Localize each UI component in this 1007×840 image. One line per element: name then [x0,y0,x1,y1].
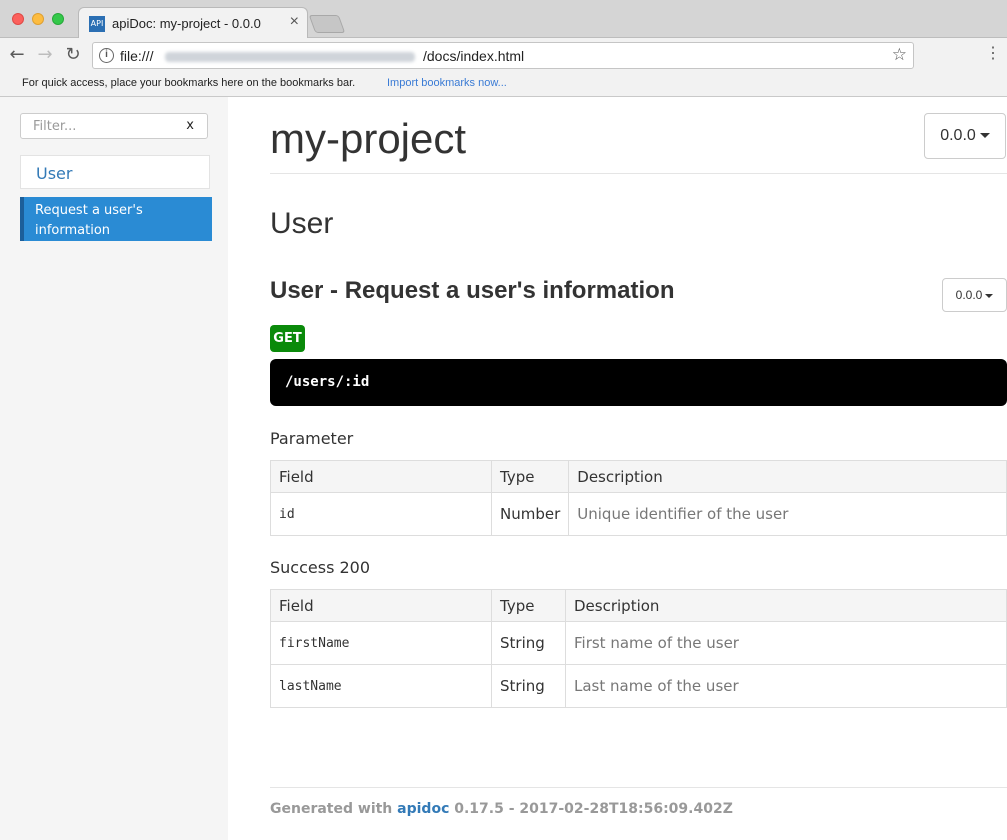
sidebar-group-label: User [36,164,73,183]
param-field: id [270,492,492,536]
table-row: id Number Unique identifier of the user [270,492,1007,536]
footer-suffix: 0.17.5 - 2017-02-28T18:56:09.402Z [449,801,733,817]
sidebar-group-user[interactable]: User [20,155,210,189]
endpoint-title: User - Request a user's information [270,277,675,304]
caret-down-icon [985,293,994,298]
browser-tab[interactable]: API apiDoc: my-project - 0.0.0 × [78,7,308,39]
version-dropdown[interactable]: 0.0.0 [924,113,1006,159]
favicon-icon: API [89,16,105,32]
sidebar-item-label: Request a user's information [35,203,143,238]
table-header-type: Type [490,460,570,493]
param-description: Unique identifier of the user [568,492,1007,536]
table-header-field: Field [270,460,492,493]
sidebar: x User Request a user's information [0,97,228,840]
import-bookmarks-link[interactable]: Import bookmarks now... [387,77,507,89]
close-window-button[interactable] [12,13,24,25]
tab-title: apiDoc: my-project - 0.0.0 [112,16,261,31]
version-dropdown-label: 0.0.0 [940,127,976,144]
endpoint-version-dropdown[interactable]: 0.0.0 [942,278,1007,312]
table-header-description: Description [565,589,1007,622]
footer-prefix: Generated with [270,801,398,817]
parameter-section-title: Parameter [270,429,354,448]
project-title: my-project [270,115,467,162]
url-suffix: /docs/index.html [423,48,525,64]
new-tab-button[interactable] [308,15,346,33]
reload-icon[interactable]: ↻ [62,44,84,66]
filter-input[interactable] [21,114,181,138]
info-icon[interactable]: i [99,48,114,63]
success-description: First name of the user [565,621,1007,665]
success-field: firstName [270,621,492,665]
table-row: lastName String Last name of the user [270,664,1007,708]
table-header-description: Description [568,460,1007,493]
parameter-table: Field Type Description id Number Unique … [270,460,1007,536]
divider [270,173,1007,174]
bookmarks-hint: For quick access, place your bookmarks h… [22,77,356,89]
success-description: Last name of the user [565,664,1007,708]
close-tab-icon[interactable]: × [290,14,299,30]
endpoint-version-label: 0.0.0 [955,288,983,302]
table-row: firstName String First name of the user [270,621,1007,665]
table-header-row: Field Type Description [270,460,1007,493]
forward-arrow-icon[interactable]: → [34,44,56,66]
caret-down-icon [979,133,990,139]
success-type: String [491,664,566,708]
url-prefix: file:/// [120,48,154,64]
param-type: Number [490,492,570,536]
address-bar[interactable]: i file:/// /docs/index.html ☆ [92,42,914,69]
main-content: my-project 0.0.0 User User - Request a u… [270,97,1007,840]
group-title: User [270,207,334,240]
table-header-type: Type [491,589,566,622]
apidoc-link[interactable]: apidoc [397,801,449,817]
browser-tab-bar: API apiDoc: my-project - 0.0.0 × [0,0,1007,39]
browser-menu-icon[interactable]: ⋮ [985,46,1001,62]
success-type: String [491,621,566,665]
minimize-window-button[interactable] [32,13,44,25]
browser-toolbar: ← → ↻ i file:/// /docs/index.html ☆ ⋮ [0,38,1007,72]
bookmark-star-icon[interactable]: ☆ [892,45,907,65]
url-redacted-path [165,52,415,62]
table-header-field: Field [270,589,492,622]
table-header-row: Field Type Description [270,589,1007,622]
back-arrow-icon[interactable]: ← [6,44,28,66]
sidebar-item-request-user-info[interactable]: Request a user's information [20,197,212,241]
footer-divider [270,787,1007,788]
endpoint-url: /users/:id [270,359,1007,406]
footer: Generated with apidoc 0.17.5 - 2017-02-2… [270,801,733,817]
success-field: lastName [270,664,492,708]
success-section-title: Success 200 [270,558,371,577]
method-badge: GET [270,325,305,352]
filter-box: x [20,113,208,139]
filter-clear-button[interactable]: x [186,118,194,133]
maximize-window-button[interactable] [52,13,64,25]
bookmarks-bar: For quick access, place your bookmarks h… [0,72,1007,97]
success-table: Field Type Description firstName String … [270,589,1007,708]
